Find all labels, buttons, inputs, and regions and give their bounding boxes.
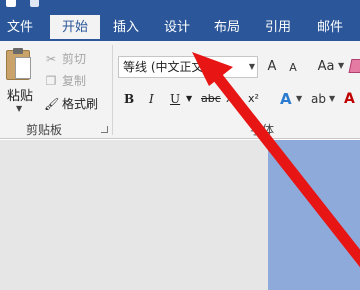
copy-button[interactable]: ❐ 复制 — [44, 71, 104, 91]
ribbon: 粘贴 ▼ ✂ 剪切 ❐ 复制 🖌 格式刷 剪贴板 等线 (中文正文) 五号 ▼ … — [0, 41, 360, 152]
paste-label: 粘贴 — [7, 89, 34, 104]
text-effect-button[interactable]: A — [280, 89, 292, 109]
chevron-down-icon[interactable]: ▼ — [329, 89, 335, 109]
tab-design[interactable]: 设计 — [156, 15, 198, 41]
tab-references[interactable]: 引用 — [258, 15, 298, 41]
subscript-button[interactable]: X₂ — [226, 89, 238, 109]
chevron-down-icon[interactable]: ▼ — [186, 89, 192, 109]
copy-icon: ❐ — [45, 74, 57, 88]
ribbon-tabs: 文件 开始 插入 设计 布局 引用 邮件 — [0, 15, 360, 41]
undo-icon[interactable] — [30, 0, 39, 7]
tab-file[interactable]: 文件 — [0, 15, 40, 41]
clear-formatting-icon[interactable] — [348, 59, 360, 73]
dialog-launcher-icon[interactable] — [101, 126, 108, 133]
underline-button[interactable]: U — [170, 89, 180, 109]
format-painter-label: 格式刷 — [62, 97, 99, 111]
italic-button[interactable]: I — [149, 89, 154, 109]
font-group-label: 字体 — [250, 123, 275, 137]
chevron-down-icon[interactable]: ▼ — [338, 61, 344, 70]
format-painter-button[interactable]: 🖌 格式刷 — [44, 94, 104, 114]
grow-font-button[interactable]: A — [264, 57, 280, 77]
paintbrush-icon: 🖌 — [44, 97, 60, 111]
scissors-icon: ✂ — [45, 52, 57, 66]
clipboard-group-label: 剪贴板 — [26, 123, 63, 137]
font-color-button[interactable]: A — [344, 89, 355, 109]
font-name-value: 等线 (中文正文) — [123, 60, 209, 74]
strikethrough-button[interactable]: abc — [201, 89, 221, 109]
title-bar — [0, 0, 360, 15]
tab-insert[interactable]: 插入 — [106, 15, 146, 41]
chevron-down-icon[interactable]: ▼ — [249, 57, 255, 77]
tab-mailings[interactable]: 邮件 — [310, 15, 350, 41]
tab-home[interactable]: 开始 — [50, 15, 100, 41]
chevron-down-icon: ▼ — [16, 104, 23, 113]
font-name-combobox[interactable]: 等线 (中文正文) 五号 ▼ — [118, 56, 258, 78]
superscript-button[interactable]: x² — [248, 89, 259, 109]
document-page[interactable] — [268, 140, 360, 290]
change-case-button[interactable]: Aa — [313, 57, 339, 77]
shrink-font-button[interactable]: A — [286, 58, 300, 78]
paste-icon — [6, 48, 31, 80]
copy-label: 复制 — [62, 74, 87, 88]
cut-label: 剪切 — [62, 52, 87, 66]
bold-button[interactable]: B — [124, 89, 134, 109]
document-area[interactable] — [0, 140, 360, 290]
chevron-down-icon[interactable]: ▼ — [296, 89, 302, 109]
cut-button[interactable]: ✂ 剪切 — [44, 49, 104, 69]
paste-button[interactable]: 粘贴 ▼ — [3, 48, 37, 113]
tab-layout[interactable]: 布局 — [207, 15, 247, 41]
save-icon[interactable] — [6, 0, 16, 7]
group-divider — [112, 45, 113, 135]
highlight-button[interactable]: ab — [311, 89, 326, 109]
